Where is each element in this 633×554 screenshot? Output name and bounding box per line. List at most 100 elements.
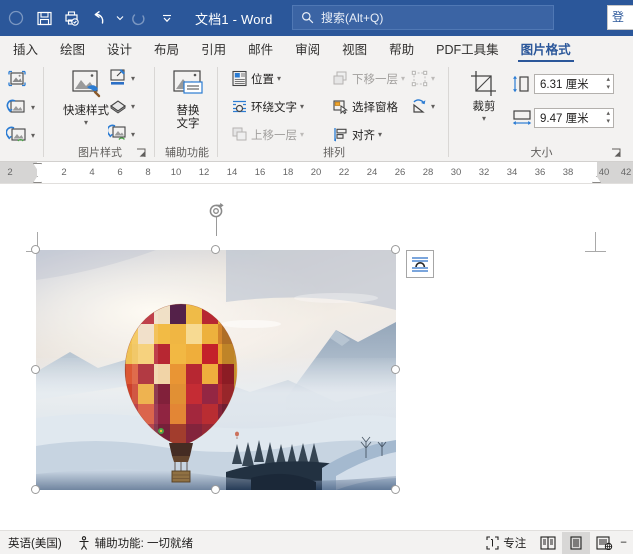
picture-layout-chevron-icon[interactable]: ▾: [131, 130, 135, 139]
wrap-text-chevron-icon[interactable]: ▾: [300, 102, 304, 111]
zoom-out-label: −: [620, 536, 627, 549]
quick-styles-chevron-icon[interactable]: ▾: [84, 118, 88, 127]
web-layout-view-button[interactable]: [590, 532, 618, 554]
tab-view[interactable]: 视图: [331, 38, 378, 63]
print-preview-icon[interactable]: [58, 4, 86, 32]
tab-mailings[interactable]: 邮件: [237, 38, 284, 63]
bring-forward-chevron-icon[interactable]: ▾: [300, 130, 304, 139]
focus-button[interactable]: 专注: [478, 531, 534, 554]
shape-height-value: 6.31 厘米: [540, 79, 589, 91]
resize-handle-top-right[interactable]: [391, 245, 400, 254]
rotate-objects-chevron-icon[interactable]: ▾: [431, 102, 435, 111]
rotate-objects-button[interactable]: ▾: [411, 98, 435, 115]
ruler-tick: 24: [366, 167, 378, 178]
resize-handle-top-center[interactable]: [211, 245, 220, 254]
alt-text-button[interactable]: 替换 文字: [157, 69, 219, 131]
shape-width-spinner[interactable]: ▴ ▾: [606, 110, 610, 126]
layout-options-button[interactable]: [406, 250, 434, 278]
resize-handle-top-left[interactable]: [31, 245, 40, 254]
selection-pane-label: 选择窗格: [352, 101, 398, 114]
picture-effects-button[interactable]: ▾: [108, 96, 135, 116]
shape-height-spinner[interactable]: ▴ ▾: [606, 76, 610, 92]
customize-qat-icon[interactable]: [153, 4, 181, 32]
position-button[interactable]: 位置 ▾: [231, 70, 281, 87]
selection-pane-icon: [333, 100, 348, 115]
resize-handle-bottom-left[interactable]: [31, 485, 40, 494]
resize-handle-bottom-right[interactable]: [391, 485, 400, 494]
align-button[interactable]: 对齐 ▾: [332, 126, 382, 143]
selection-pane-button[interactable]: 选择窗格: [332, 98, 398, 115]
hot-air-balloon-photo[interactable]: [36, 250, 396, 490]
alt-text-icon: [173, 70, 203, 94]
picture-border-button[interactable]: ▾: [108, 68, 135, 88]
color-button[interactable]: ▾: [6, 125, 35, 145]
ruler-tick: 16: [254, 167, 266, 178]
shape-height-icon: [511, 75, 531, 93]
document-title: 文档1 - Word: [195, 11, 273, 27]
wrap-text-button[interactable]: 环绕文字 ▾: [231, 98, 304, 115]
send-backward-button[interactable]: 下移一层 ▾: [332, 70, 405, 87]
send-backward-chevron-icon[interactable]: ▾: [401, 74, 405, 83]
read-mode-view-button[interactable]: [534, 532, 562, 554]
ruler-tick: 10: [170, 167, 182, 178]
tab-references[interactable]: 引用: [190, 38, 237, 63]
shape-width-icon: [511, 109, 533, 127]
print-layout-view-button[interactable]: [562, 531, 591, 554]
ruler-tick: 12: [198, 167, 210, 178]
tab-pdf-tools[interactable]: PDF工具集: [425, 38, 510, 63]
group-separator: [448, 67, 449, 157]
read-mode-icon: [540, 535, 556, 550]
crop-button[interactable]: 裁剪 ▾: [462, 69, 506, 123]
remove-background-button[interactable]: [6, 69, 28, 89]
align-chevron-icon[interactable]: ▾: [378, 130, 382, 139]
bring-forward-button[interactable]: 上移一层 ▾: [231, 126, 304, 143]
picture-effects-chevron-icon[interactable]: ▾: [131, 102, 135, 111]
corrections-icon: [6, 99, 25, 113]
crop-chevron-icon[interactable]: ▾: [482, 114, 486, 123]
tab-review[interactable]: 审阅: [284, 38, 331, 63]
tab-insert[interactable]: 插入: [2, 38, 49, 63]
quick-access-toolbar: [0, 4, 181, 32]
align-icon: [334, 128, 347, 142]
remove-background-icon: [8, 70, 26, 87]
undo-icon[interactable]: [86, 4, 114, 32]
zoom-out-button[interactable]: −: [618, 531, 633, 554]
ribbon-group-size: 裁剪 ▾ 6.31 厘米 ▴ ▾ 9.47 厘米 ▴ ▾ 大小: [450, 63, 633, 162]
color-chevron-icon[interactable]: ▾: [31, 131, 35, 140]
corrections-chevron-icon[interactable]: ▾: [31, 103, 35, 112]
send-backward-icon: [333, 71, 347, 85]
horizontal-ruler[interactable]: 2 2 4 6 8 10 12 14 16 18 20 22 24 26 28 …: [0, 162, 633, 184]
redo-icon[interactable]: [125, 4, 153, 32]
shape-height-field[interactable]: 6.31 厘米 ▴ ▾: [534, 74, 614, 94]
language-status[interactable]: 英语(美国): [0, 531, 70, 554]
size-dialog-launcher[interactable]: [611, 146, 623, 158]
picture-layout-button[interactable]: ▾: [108, 124, 135, 144]
undo-dropdown-chevron-icon[interactable]: [114, 4, 125, 32]
rotation-handle[interactable]: [208, 201, 225, 218]
shape-width-field[interactable]: 9.47 厘米 ▴ ▾: [534, 108, 614, 128]
tab-picture-format[interactable]: 图片格式: [510, 38, 582, 63]
tab-design[interactable]: 设计: [96, 38, 143, 63]
document-canvas[interactable]: [0, 184, 633, 530]
ruler-tick: 8: [145, 167, 151, 178]
resize-handle-bottom-center[interactable]: [211, 485, 220, 494]
ruler-tick: 38: [562, 167, 574, 178]
group-objects-button[interactable]: ▾: [411, 70, 435, 87]
account-button[interactable]: 登: [607, 5, 633, 30]
tab-draw[interactable]: 绘图: [49, 38, 96, 63]
tab-layout[interactable]: 布局: [143, 38, 190, 63]
save-icon[interactable]: [30, 4, 58, 32]
picture-border-chevron-icon[interactable]: ▾: [131, 74, 135, 83]
accessibility-status[interactable]: 辅助功能: 一切就绪: [70, 531, 201, 554]
ruler-tick: 6: [117, 167, 123, 178]
tab-help[interactable]: 帮助: [378, 38, 425, 63]
autosave-toggle-icon[interactable]: [2, 4, 30, 32]
search-box[interactable]: 搜索(Alt+Q): [292, 5, 554, 30]
resize-handle-middle-right[interactable]: [391, 365, 400, 374]
group-label-size: 大小: [530, 147, 553, 159]
group-objects-chevron-icon[interactable]: ▾: [431, 74, 435, 83]
corrections-button[interactable]: ▾: [6, 97, 35, 117]
resize-handle-middle-left[interactable]: [31, 365, 40, 374]
picture-styles-dialog-launcher[interactable]: [136, 146, 148, 158]
position-chevron-icon[interactable]: ▾: [277, 74, 281, 83]
